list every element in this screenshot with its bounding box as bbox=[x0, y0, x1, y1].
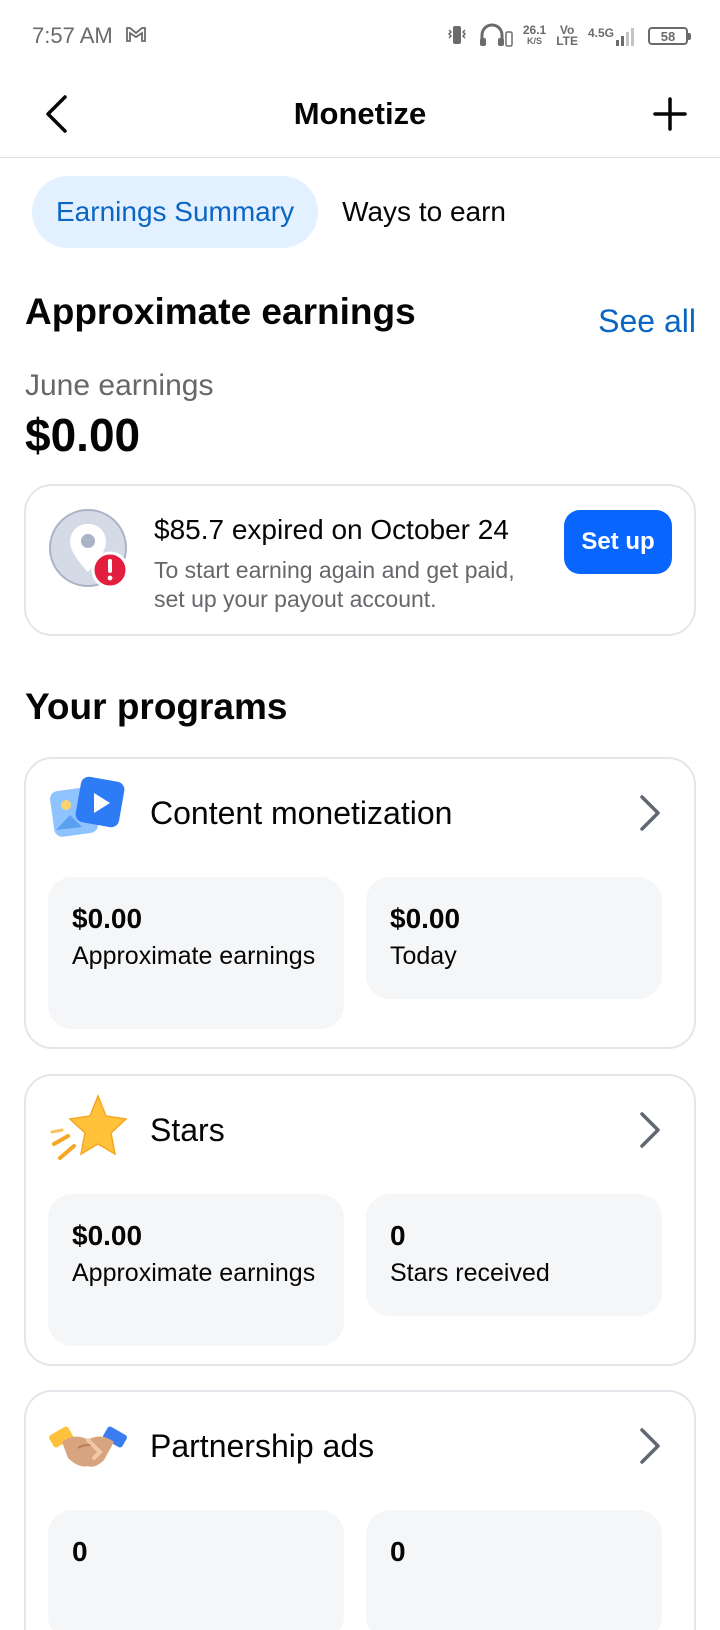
vibrate-icon bbox=[445, 24, 469, 49]
location-warning-icon bbox=[48, 508, 132, 596]
setup-button[interactable]: Set up bbox=[564, 510, 672, 574]
chevron-right-icon bbox=[636, 793, 664, 833]
status-time: 7:57 AM bbox=[32, 23, 113, 48]
headphones-icon bbox=[479, 23, 513, 50]
see-all-link[interactable]: See all bbox=[598, 303, 696, 340]
volte-indicator: Vo LTE bbox=[556, 24, 578, 48]
programs-title: Your programs bbox=[25, 686, 288, 727]
content-monetization-icon bbox=[48, 775, 128, 849]
stat-value: 0 bbox=[390, 1220, 406, 1251]
volte-bottom: LTE bbox=[556, 34, 578, 48]
stat-box-partnership-right: 0 bbox=[366, 1510, 662, 1630]
program-title: Stars bbox=[150, 1112, 225, 1148]
speed-unit: K/S bbox=[527, 36, 543, 46]
stat-label: Stars received bbox=[390, 1259, 550, 1287]
program-card-partnership-ads[interactable]: Partnership ads 0 0 bbox=[24, 1390, 696, 1630]
month-earnings-label: June earnings bbox=[25, 369, 214, 402]
program-card-content-monetization[interactable]: Content monetization $0.00 Approximate e… bbox=[24, 757, 696, 1049]
stat-box-partnership-left: 0 bbox=[48, 1510, 344, 1630]
handshake-icon bbox=[48, 1408, 128, 1482]
program-title: Content monetization bbox=[150, 795, 453, 831]
battery-icon: 58 bbox=[648, 27, 691, 45]
status-bar: 7:57 AM 26.1 K/S Vo LTE 4.5G 58 bbox=[0, 0, 720, 72]
stat-box-today: $0.00 Today bbox=[366, 877, 662, 999]
status-left: 7:57 AM bbox=[32, 23, 147, 49]
stat-box-approx-earnings: $0.00 Approximate earnings bbox=[48, 1194, 344, 1346]
stat-value: $0.00 bbox=[390, 903, 461, 934]
network-type: 4.5G bbox=[587, 26, 614, 40]
gmail-icon bbox=[125, 23, 147, 49]
tab-ways-to-earn[interactable]: Ways to earn bbox=[342, 176, 530, 248]
tab-earnings-summary[interactable]: Earnings Summary bbox=[32, 176, 319, 248]
stat-value: $0.00 bbox=[72, 1220, 143, 1251]
month-earnings-amount: $0.00 bbox=[25, 409, 141, 461]
stat-value: 0 bbox=[72, 1536, 88, 1567]
signal-icon bbox=[616, 28, 634, 46]
add-button[interactable] bbox=[648, 92, 692, 136]
stat-label: Approximate earnings bbox=[72, 1259, 316, 1287]
stat-value: 0 bbox=[390, 1536, 406, 1567]
speed-value: 26.1 bbox=[522, 23, 547, 37]
payout-alert-card: $85.7 expired on October 24 To start ear… bbox=[24, 484, 696, 636]
stat-box-approx-earnings: $0.00 Approximate earnings bbox=[48, 877, 344, 1029]
program-title: Partnership ads bbox=[150, 1428, 375, 1464]
alert-title: $85.7 expired on October 24 bbox=[154, 514, 509, 545]
chevron-right-icon bbox=[636, 1426, 664, 1466]
page-title: Monetize bbox=[293, 96, 427, 131]
tab-bar: Earnings Summary Ways to earn bbox=[32, 176, 530, 248]
program-card-stars[interactable]: Stars $0.00 Approximate earnings 0 Stars… bbox=[24, 1074, 696, 1366]
plus-icon bbox=[653, 97, 687, 131]
stat-value: $0.00 bbox=[72, 903, 143, 934]
battery-level: 58 bbox=[660, 28, 676, 44]
chevron-right-icon bbox=[636, 1110, 664, 1150]
stat-label: Approximate earnings bbox=[72, 942, 316, 970]
status-right: 26.1 K/S Vo LTE 4.5G 58 bbox=[445, 23, 691, 50]
stat-box-stars-received: 0 Stars received bbox=[366, 1194, 662, 1316]
network-speed: 26.1 K/S bbox=[522, 23, 547, 47]
stat-label: Today bbox=[390, 942, 457, 970]
earnings-title: Approximate earnings bbox=[25, 291, 416, 332]
header: Monetize bbox=[0, 72, 720, 158]
alert-description: To start earning again and get paid, set… bbox=[154, 557, 515, 612]
star-icon bbox=[48, 1092, 128, 1166]
signal-indicator: 4.5G bbox=[588, 26, 638, 46]
